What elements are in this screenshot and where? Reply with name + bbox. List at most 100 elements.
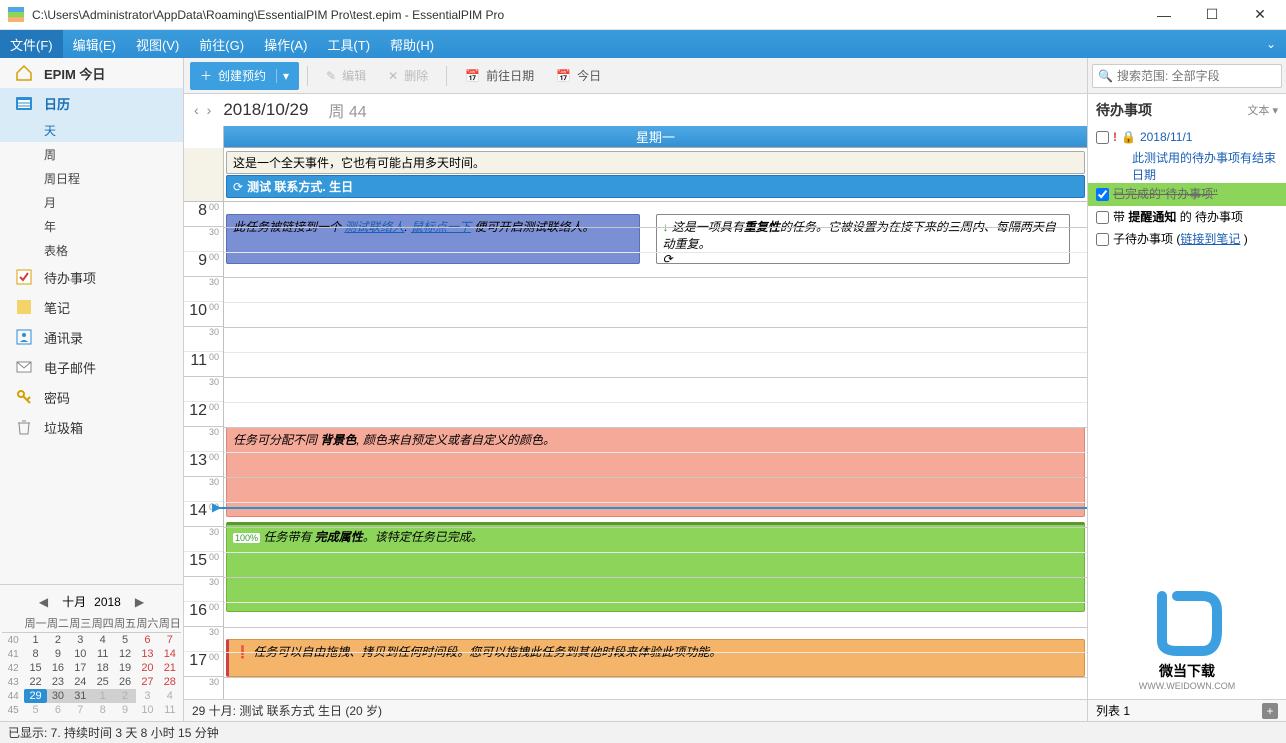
chevron-down-icon[interactable]: ▾: [276, 69, 289, 83]
right-panel-footer: 列表 1 +: [1088, 699, 1286, 721]
nav-password[interactable]: 密码: [0, 382, 183, 412]
menu-edit[interactable]: 编辑(E): [63, 30, 126, 58]
lock-icon: 🔒: [1121, 129, 1136, 146]
window-title: C:\Users\Administrator\AppData\Roaming\E…: [32, 8, 1146, 22]
next-month-icon[interactable]: ▶: [129, 595, 150, 609]
calendar-goto-icon: 📅: [465, 69, 480, 83]
app-icon: [8, 7, 24, 23]
menu-goto[interactable]: 前往(G): [189, 30, 254, 58]
toolbar: ＋ 创建预约 ▾ ✎编辑 ✕删除 📅前往日期 📅今日: [184, 58, 1087, 94]
priority-icon: !: [1113, 129, 1117, 146]
menu-chevron-icon[interactable]: ⌄: [1256, 30, 1286, 58]
current-time-indicator: [218, 507, 1087, 509]
nav-trash[interactable]: 垃圾箱: [0, 412, 183, 442]
search-bar: 🔍: [1088, 58, 1286, 94]
nav-sub-table[interactable]: 表格: [0, 238, 183, 262]
birthday-event[interactable]: ⟳ 测试 联系方式. 生日: [226, 175, 1085, 198]
goto-date-button[interactable]: 📅前往日期: [455, 62, 544, 90]
checklist-icon: [14, 267, 34, 287]
watermark: 微当下载 WWW.WEIDOWN.COM: [1088, 251, 1286, 699]
trash-icon: [14, 417, 34, 437]
right-panel: 🔍 待办事项 文本 ▾ ! 🔒 2018/11/1 此测试用的待办事项有结束日期…: [1088, 58, 1286, 721]
nav-sub-week[interactable]: 周: [0, 142, 183, 166]
delete-button[interactable]: ✕删除: [378, 62, 438, 90]
nav-todo[interactable]: 待办事项: [0, 262, 183, 292]
progress-badge: 100%: [233, 533, 260, 543]
search-icon: 🔍: [1098, 69, 1113, 83]
todo-panel-header: 待办事项 文本 ▾: [1088, 94, 1286, 126]
menubar: 文件(F) 编辑(E) 视图(V) 前往(G) 操作(A) 工具(T) 帮助(H…: [0, 30, 1286, 58]
event-recurring[interactable]: ↓ 这是一项具有重复性的任务。它被设置为在接下来的三周内、每隔两天自动重复。⟳: [656, 214, 1070, 264]
nav-sub-day[interactable]: 天: [0, 118, 183, 142]
event-completed[interactable]: 100% 任务带有 完成属性。该特定任务已完成。: [226, 522, 1085, 612]
todo-item[interactable]: 带 提醒通知 的 待办事项: [1088, 206, 1286, 229]
nav-sub-year[interactable]: 年: [0, 214, 183, 238]
time-labels: 8003090030100030110030120030130030140030…: [184, 202, 224, 699]
prev-month-icon[interactable]: ◀: [33, 595, 54, 609]
nav-sub-month[interactable]: 月: [0, 190, 183, 214]
x-icon: ✕: [388, 69, 398, 83]
todo-checkbox[interactable]: [1096, 188, 1109, 201]
allday-section: 这是一个全天事件，它也有可能占用多天时间。 ⟳ 测试 联系方式. 生日: [184, 148, 1087, 202]
event-linked-contact[interactable]: 此任务被链接到一个 测试联络人. 鼠标点一下 便可开启测试联络人。: [226, 214, 640, 264]
event-draggable[interactable]: ❗ 任务可以自由拖拽、拷贝到任何时间段。您可以拖拽此任务到其他时段来体验此项功能…: [226, 639, 1085, 677]
nav-epim-today[interactable]: EPIM 今日: [0, 58, 183, 88]
day-header: 星期一: [224, 126, 1087, 148]
time-grid[interactable]: 8003090030100030110030120030130030140030…: [184, 202, 1087, 699]
calendar-icon: [14, 93, 34, 113]
mail-icon: [14, 357, 34, 377]
nav-sub-schedule[interactable]: 周日程: [0, 166, 183, 190]
menu-action[interactable]: 操作(A): [254, 30, 317, 58]
create-button[interactable]: ＋ 创建预约 ▾: [190, 62, 299, 90]
mini-cal-month: 十月: [62, 593, 86, 610]
close-button[interactable]: ✕: [1242, 3, 1278, 27]
today-button[interactable]: 📅今日: [546, 62, 611, 90]
menu-help[interactable]: 帮助(H): [380, 30, 444, 58]
recur-icon: ⟳: [663, 252, 673, 264]
nav-notes[interactable]: 笔记: [0, 292, 183, 322]
current-date: 2018/10/29: [223, 100, 308, 120]
view-mode-dropdown[interactable]: 文本 ▾: [1247, 102, 1278, 118]
notes-icon: [14, 297, 34, 317]
todo-item[interactable]: 子待办事项 (链接到笔记 ): [1088, 228, 1286, 251]
center-panel: ＋ 创建预约 ▾ ✎编辑 ✕删除 📅前往日期 📅今日 ‹ › 2018/10/29…: [184, 58, 1088, 721]
events-area[interactable]: 此任务被链接到一个 测试联络人. 鼠标点一下 便可开启测试联络人。 ↓ 这是一项…: [224, 202, 1087, 699]
menu-tools[interactable]: 工具(T): [317, 30, 380, 58]
nav-contacts[interactable]: 通讯录: [0, 322, 183, 352]
mini-calendar[interactable]: ◀ 十月 2018 ▶ 周一周二周三周四周五周六周日 401234567 418…: [0, 584, 183, 721]
week-number: 周 44: [328, 98, 366, 122]
list-label[interactable]: 列表 1: [1096, 702, 1130, 719]
pencil-icon: ✎: [326, 69, 336, 83]
contacts-icon: [14, 327, 34, 347]
todo-item-completed[interactable]: 已完成的"待办事项": [1088, 183, 1286, 206]
sidebar: EPIM 今日 日历 天 周 周日程 月 年 表格 待办事项 笔记 通讯录 电子…: [0, 58, 184, 721]
statusbar: 已显示: 7. 持续时间 3 天 8 小时 15 分钟: [0, 721, 1286, 743]
todo-item[interactable]: ! 🔒 2018/11/1: [1088, 126, 1286, 149]
todo-checkbox[interactable]: [1096, 131, 1109, 144]
titlebar: C:\Users\Administrator\AppData\Roaming\E…: [0, 0, 1286, 30]
allday-event[interactable]: 这是一个全天事件，它也有可能占用多天时间。: [226, 151, 1085, 174]
recur-icon: ⟳: [233, 180, 243, 194]
maximize-button[interactable]: ☐: [1194, 3, 1230, 27]
nav-mail[interactable]: 电子邮件: [0, 352, 183, 382]
minimize-button[interactable]: —: [1146, 3, 1182, 27]
calendar-today-icon: 📅: [556, 69, 571, 83]
schedule-footer: 29 十月: 测试 联系方式 生日 (20 岁): [184, 699, 1087, 721]
note-link[interactable]: 链接到笔记: [1180, 232, 1240, 246]
home-icon: [14, 63, 34, 83]
add-list-button[interactable]: +: [1262, 703, 1278, 719]
next-day-icon[interactable]: ›: [207, 102, 212, 118]
menu-view[interactable]: 视图(V): [126, 30, 189, 58]
prev-day-icon[interactable]: ‹: [194, 102, 199, 118]
mini-cal-year: 2018: [94, 595, 121, 609]
todo-checkbox[interactable]: [1096, 211, 1109, 224]
edit-button[interactable]: ✎编辑: [316, 62, 376, 90]
event-bgcolor[interactable]: 任务可分配不同 背景色, 颜色来自预定义或者自定义的颜色。: [226, 427, 1085, 517]
date-navigation: ‹ › 2018/10/29 周 44: [184, 94, 1087, 126]
todo-checkbox[interactable]: [1096, 233, 1109, 246]
todo-description: 此测试用的待办事项有结束日期: [1088, 149, 1286, 183]
menu-file[interactable]: 文件(F): [0, 30, 63, 58]
key-icon: [14, 387, 34, 407]
search-input[interactable]: [1092, 64, 1282, 88]
nav-calendar[interactable]: 日历: [0, 88, 183, 118]
